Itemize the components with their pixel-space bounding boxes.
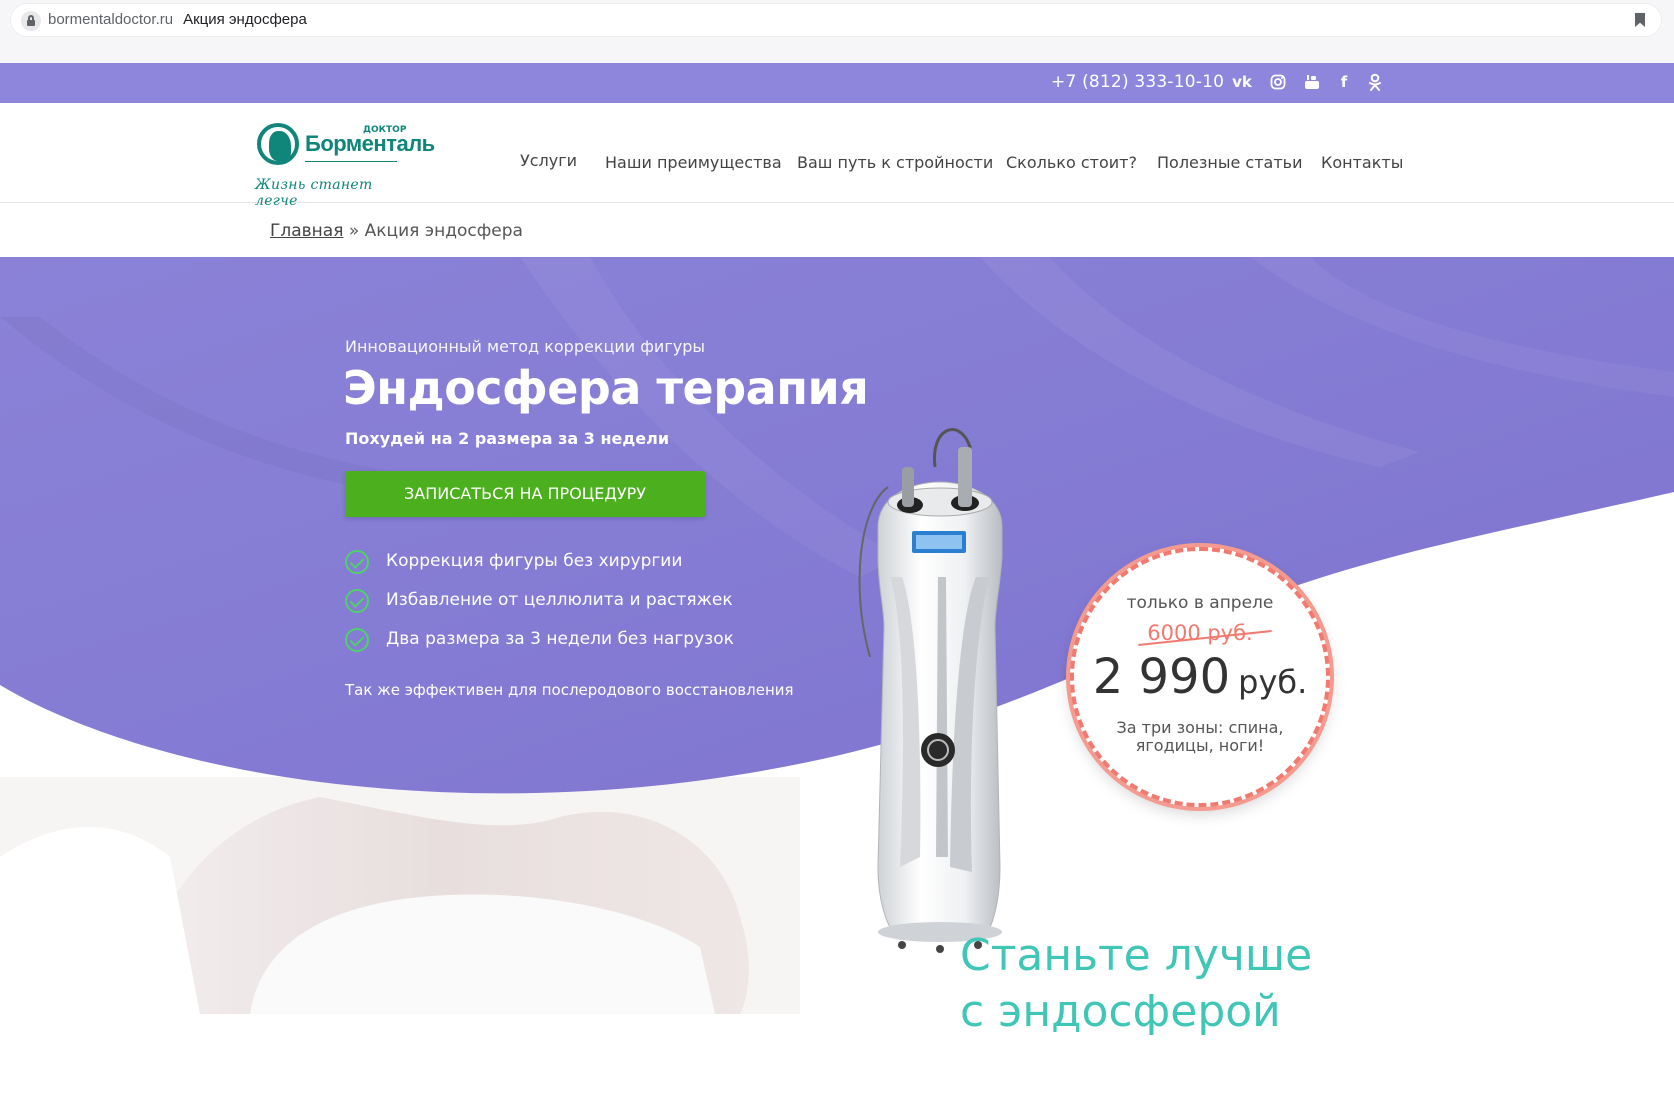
breadcrumb-home-link[interactable]: Главная xyxy=(270,221,343,241)
hero-subtitle: Инновационный метод коррекции фигуры xyxy=(345,337,705,356)
feature-item: Коррекция фигуры без хирургии xyxy=(345,550,765,576)
nav-item-articles[interactable]: Полезные статьи xyxy=(1157,153,1303,172)
price-zones: За три зоны: спина, ягодицы, ноги! xyxy=(1116,718,1284,755)
nav-item-price[interactable]: Сколько стоит? xyxy=(1006,153,1137,172)
browser-chrome: bormentaldoctor.ru Акция эндосфера xyxy=(0,0,1674,63)
feature-text: Коррекция фигуры без хирургии xyxy=(386,551,683,571)
new-price-currency: руб. xyxy=(1238,663,1308,701)
lock-icon[interactable] xyxy=(21,11,41,31)
youtube-icon[interactable] xyxy=(1302,72,1322,92)
nav-item-advantages[interactable]: Наши преимущества xyxy=(605,153,782,172)
page-title-in-bar: Акция эндосфера xyxy=(183,11,307,28)
instagram-icon[interactable] xyxy=(1268,72,1288,92)
price-period: только в апреле xyxy=(1126,593,1274,613)
site-logo[interactable]: ДОКТОР Борменталь Жизнь станет легче xyxy=(255,117,435,209)
logo-divider xyxy=(305,161,397,162)
url-text: bormentaldoctor.ru Акция эндосфера xyxy=(48,11,307,28)
nav-item-services[interactable]: Услуги xyxy=(520,151,577,170)
hero-title: Эндосфера терапия xyxy=(343,361,869,415)
feature-item: Два размера за 3 недели без нагрузок xyxy=(345,628,765,654)
odnoklassniki-icon[interactable] xyxy=(1365,72,1385,92)
hero-section: Инновационный метод коррекции фигуры Энд… xyxy=(0,257,1674,1014)
section-headline-line-2: с эндосферой xyxy=(960,986,1281,1037)
top-contact-bar: +7 (812) 333-10-10 vk f xyxy=(0,63,1674,103)
check-circle-icon xyxy=(345,628,369,652)
breadcrumb-current: Акция эндосфера xyxy=(364,221,523,241)
section-headline-line-1: Станьте лучше xyxy=(960,930,1313,981)
bookmark-icon[interactable] xyxy=(1635,13,1645,27)
new-price-value: 2 990 xyxy=(1092,649,1231,705)
phone-link[interactable]: +7 (812) 333-10-10 xyxy=(1051,72,1224,92)
check-circle-icon xyxy=(345,589,369,613)
price-badge: только в апреле 6000 руб. 2 990 руб. За т… xyxy=(1070,547,1330,807)
site-header: ДОКТОР Борменталь Жизнь станет легче Усл… xyxy=(0,103,1674,209)
url-domain: bormentaldoctor.ru xyxy=(48,11,174,28)
feature-text: Два размера за 3 недели без нагрузок xyxy=(386,629,734,649)
facebook-icon[interactable]: f xyxy=(1334,72,1354,92)
logo-silhouette xyxy=(269,131,291,161)
section-headline: Станьте лучше с эндосферой xyxy=(960,928,1312,1040)
feature-item: Избавление от целлюлита и растяжек xyxy=(345,589,765,615)
breadcrumb-separator: » xyxy=(343,221,365,241)
address-bar[interactable]: bormentaldoctor.ru Акция эндосфера xyxy=(10,3,1662,37)
hero-tagline: Похудей на 2 размера за 3 недели xyxy=(345,429,670,448)
logo-slogan: Жизнь станет легче xyxy=(255,177,373,209)
breadcrumb: Главная » Акция эндосфера xyxy=(270,221,523,241)
book-procedure-button[interactable]: ЗАПИСАТЬСЯ НА ПРОЦЕДУРУ xyxy=(345,471,705,517)
nav-item-contacts[interactable]: Контакты xyxy=(1321,153,1403,172)
nav-item-path[interactable]: Ваш путь к стройности xyxy=(797,153,993,172)
feature-text: Избавление от целлюлита и растяжек xyxy=(386,590,733,610)
vk-icon[interactable]: vk xyxy=(1232,72,1252,92)
hero-note: Так же эффективен для послеродового восс… xyxy=(345,681,794,699)
old-price: 6000 руб. xyxy=(1147,621,1253,645)
check-circle-icon xyxy=(345,550,369,574)
new-price: 2 990 руб. xyxy=(1074,649,1326,705)
logo-name: Борменталь xyxy=(305,131,435,156)
